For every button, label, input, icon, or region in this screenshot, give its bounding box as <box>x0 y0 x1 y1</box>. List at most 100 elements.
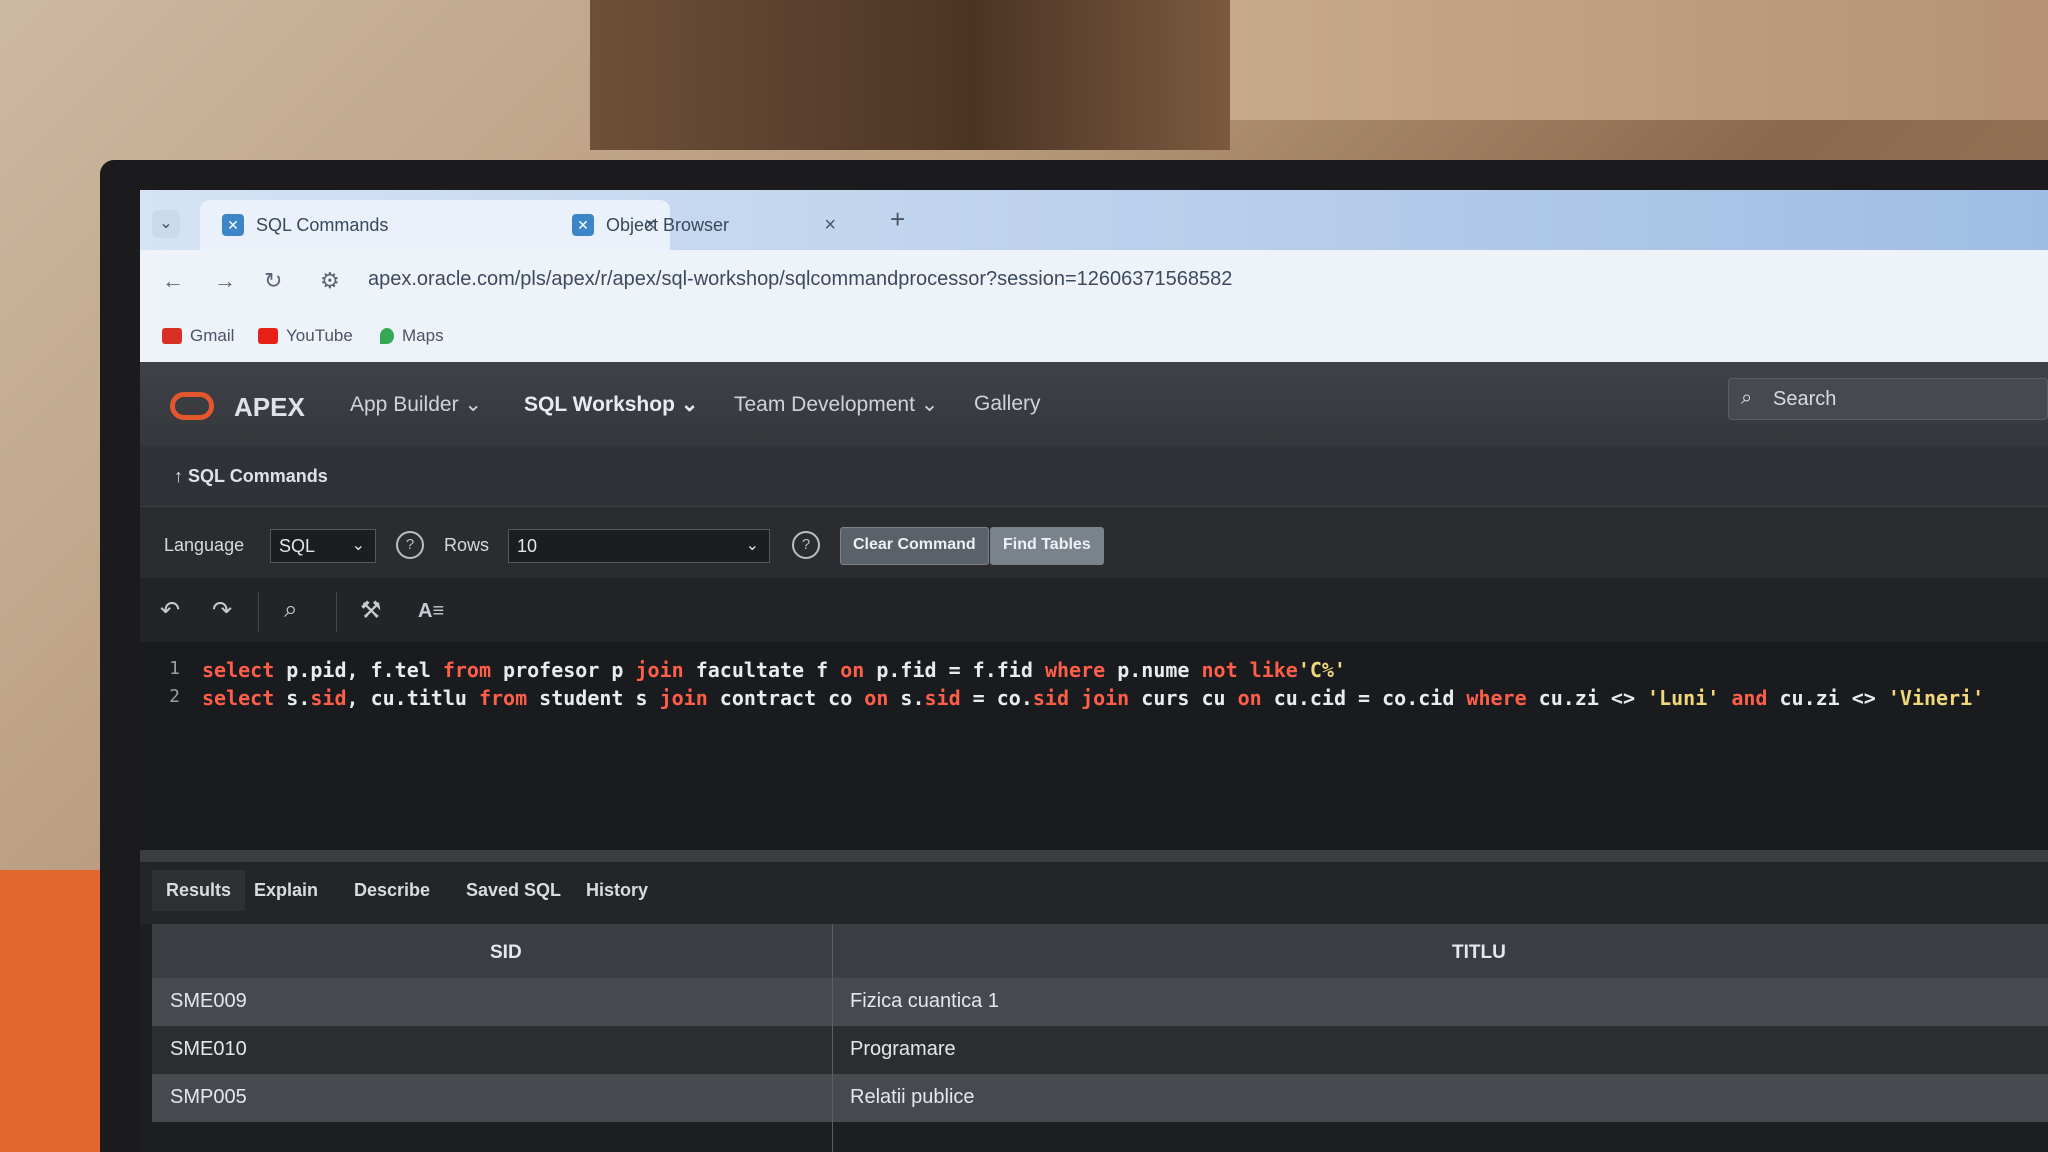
sql-token: cu.zi <> <box>1526 686 1648 710</box>
menu-gallery[interactable]: Gallery <box>974 392 1041 416</box>
column-header-sid[interactable]: SID <box>490 942 522 964</box>
chevron-down-icon: ⌄ <box>351 537 365 554</box>
line-number: 1 <box>169 658 180 679</box>
sql-token: facultate f <box>683 658 841 682</box>
apex-logo-icon[interactable] <box>170 392 214 420</box>
tab-object-browser[interactable]: ✕ Object Browser × <box>550 200 850 250</box>
sql-keyword: from <box>442 658 491 682</box>
find-icon[interactable]: ⌕ <box>284 596 297 624</box>
sql-token: profesor p <box>491 658 636 682</box>
bookmark-gmail[interactable]: Gmail <box>162 326 234 346</box>
menu-team-development[interactable]: Team Development ⌄ <box>734 392 938 417</box>
tab-search-chevron-icon[interactable]: ⌄ <box>152 210 180 238</box>
tab-describe[interactable]: Describe <box>354 880 430 901</box>
sql-token: p.pid, f.tel <box>274 658 443 682</box>
sql-keyword: from <box>478 686 528 710</box>
table-row: SMP005 Relatii publice <box>152 1074 2048 1122</box>
line-number: 2 <box>169 686 180 707</box>
search-placeholder: Search <box>1773 388 1837 410</box>
sql-toolbar: Language SQL ⌄ ? Rows 10 ⌄ ? Clear Command… <box>140 506 2048 579</box>
menu-app-builder[interactable]: App Builder ⌄ <box>350 392 482 417</box>
sql-keyword: on <box>1237 686 1262 710</box>
sql-keyword: not like <box>1201 658 1298 682</box>
maps-pin-icon <box>380 328 394 344</box>
sql-keyword: sid <box>310 686 347 710</box>
apex-favicon-icon: ✕ <box>572 214 594 236</box>
reload-icon[interactable]: ↻ <box>264 268 282 294</box>
back-arrow-icon[interactable]: ← <box>162 268 184 294</box>
rows-select[interactable]: 10 ⌄ <box>508 529 770 563</box>
code-text[interactable]: select s.sid, cu.titlu from student s jo… <box>202 686 1984 710</box>
undo-icon[interactable]: ↶ <box>160 596 180 625</box>
sql-token: cu.cid = co.cid <box>1261 686 1467 710</box>
laptop-screen: ⌄ ✕ SQL Commands × ✕ Object Browser × + … <box>140 190 2048 1152</box>
editor-toolbar: ↶ ↷ ⌕ ⚒ A≡ <box>140 578 2048 642</box>
sql-token: p.nume <box>1105 658 1202 682</box>
cell-titlu: Relatii publice <box>850 1086 975 1108</box>
tab-title: SQL Commands <box>256 214 389 235</box>
rows-label: Rows <box>444 535 490 555</box>
language-select[interactable]: SQL ⌄ <box>270 529 376 563</box>
text-format-icon[interactable]: A≡ <box>418 600 444 623</box>
language-label: Language <box>164 535 245 555</box>
sql-token: s. <box>888 686 925 710</box>
help-icon[interactable]: ? <box>396 531 424 559</box>
apex-header: APEX App Builder ⌄ SQL Workshop ⌄ Team D… <box>140 362 2048 446</box>
tab-saved-sql[interactable]: Saved SQL <box>466 880 561 901</box>
youtube-icon <box>258 328 278 344</box>
column-header-titlu[interactable]: TITLU <box>1452 942 1506 964</box>
breadcrumb[interactable]: ↑ SQL Commands <box>174 466 328 487</box>
apex-logo-text[interactable]: APEX <box>234 392 305 423</box>
forward-arrow-icon[interactable]: → <box>214 268 236 294</box>
help-icon[interactable]: ? <box>792 531 820 559</box>
bookmark-youtube[interactable]: YouTube <box>258 326 353 346</box>
sql-editor[interactable]: 1 select p.pid, f.tel from profesor p joi… <box>140 642 2048 850</box>
tab-results[interactable]: Results <box>152 870 246 911</box>
sql-token: contract co <box>707 686 865 710</box>
bookmark-label: Maps <box>402 326 444 345</box>
sql-keyword: where <box>1044 658 1106 682</box>
sql-string: 'Luni' <box>1647 686 1720 710</box>
cell-titlu: Programare <box>850 1038 956 1060</box>
find-tables-button[interactable]: Find Tables <box>990 527 1104 565</box>
sql-keyword: select <box>202 686 275 710</box>
menu-sql-workshop[interactable]: SQL Workshop ⌄ <box>524 392 698 417</box>
tab-explain[interactable]: Explain <box>254 880 318 901</box>
clear-command-button[interactable]: Clear Command <box>840 527 989 565</box>
bookmark-maps[interactable]: Maps <box>380 326 444 346</box>
table-row: SME010 Programare <box>152 1026 2048 1074</box>
tab-history[interactable]: History <box>586 880 648 901</box>
search-input[interactable]: ⌕ Search <box>1728 378 2048 420</box>
sql-token: curs cu <box>1129 686 1238 710</box>
redo-icon[interactable]: ↷ <box>212 596 232 625</box>
sql-keyword: join <box>659 686 708 710</box>
gmail-icon <box>162 328 182 344</box>
editor-splitter[interactable] <box>140 850 2048 862</box>
search-icon: ⌕ <box>1741 387 1753 409</box>
background-wall <box>590 0 1230 150</box>
sql-string: 'Vineri' <box>1887 686 1985 710</box>
sql-keyword: select <box>202 658 275 682</box>
chevron-down-icon: ⌄ <box>745 537 759 554</box>
new-tab-icon[interactable]: + <box>890 204 905 235</box>
hammer-icon[interactable]: ⚒ <box>360 596 382 625</box>
background-wall-light <box>1230 0 2048 120</box>
site-settings-icon[interactable]: ⚙ <box>320 268 340 294</box>
url-field[interactable]: apex.oracle.com/pls/apex/r/apex/sql-work… <box>368 268 1232 291</box>
apex-favicon-icon: ✕ <box>222 214 244 236</box>
sql-keyword: join <box>1081 686 1130 710</box>
sql-token: student s <box>527 686 660 710</box>
cell-sid: SMP005 <box>170 1086 247 1108</box>
bookmark-label: YouTube <box>286 326 353 345</box>
sql-keyword: on <box>864 686 889 710</box>
sql-string: 'C%' <box>1297 658 1346 682</box>
sql-token: cu.zi <> <box>1767 686 1888 710</box>
close-tab-icon[interactable]: × <box>824 214 836 237</box>
bookmarks-bar: Gmail YouTube Maps <box>140 312 2048 363</box>
cell-titlu: Fizica cuantica 1 <box>850 990 999 1012</box>
code-text[interactable]: select p.pid, f.tel from profesor p join… <box>202 658 1346 682</box>
table-header: SID TITLU <box>152 924 2048 979</box>
results-tabs: Results Explain Describe Saved SQL Histo… <box>140 862 2048 924</box>
